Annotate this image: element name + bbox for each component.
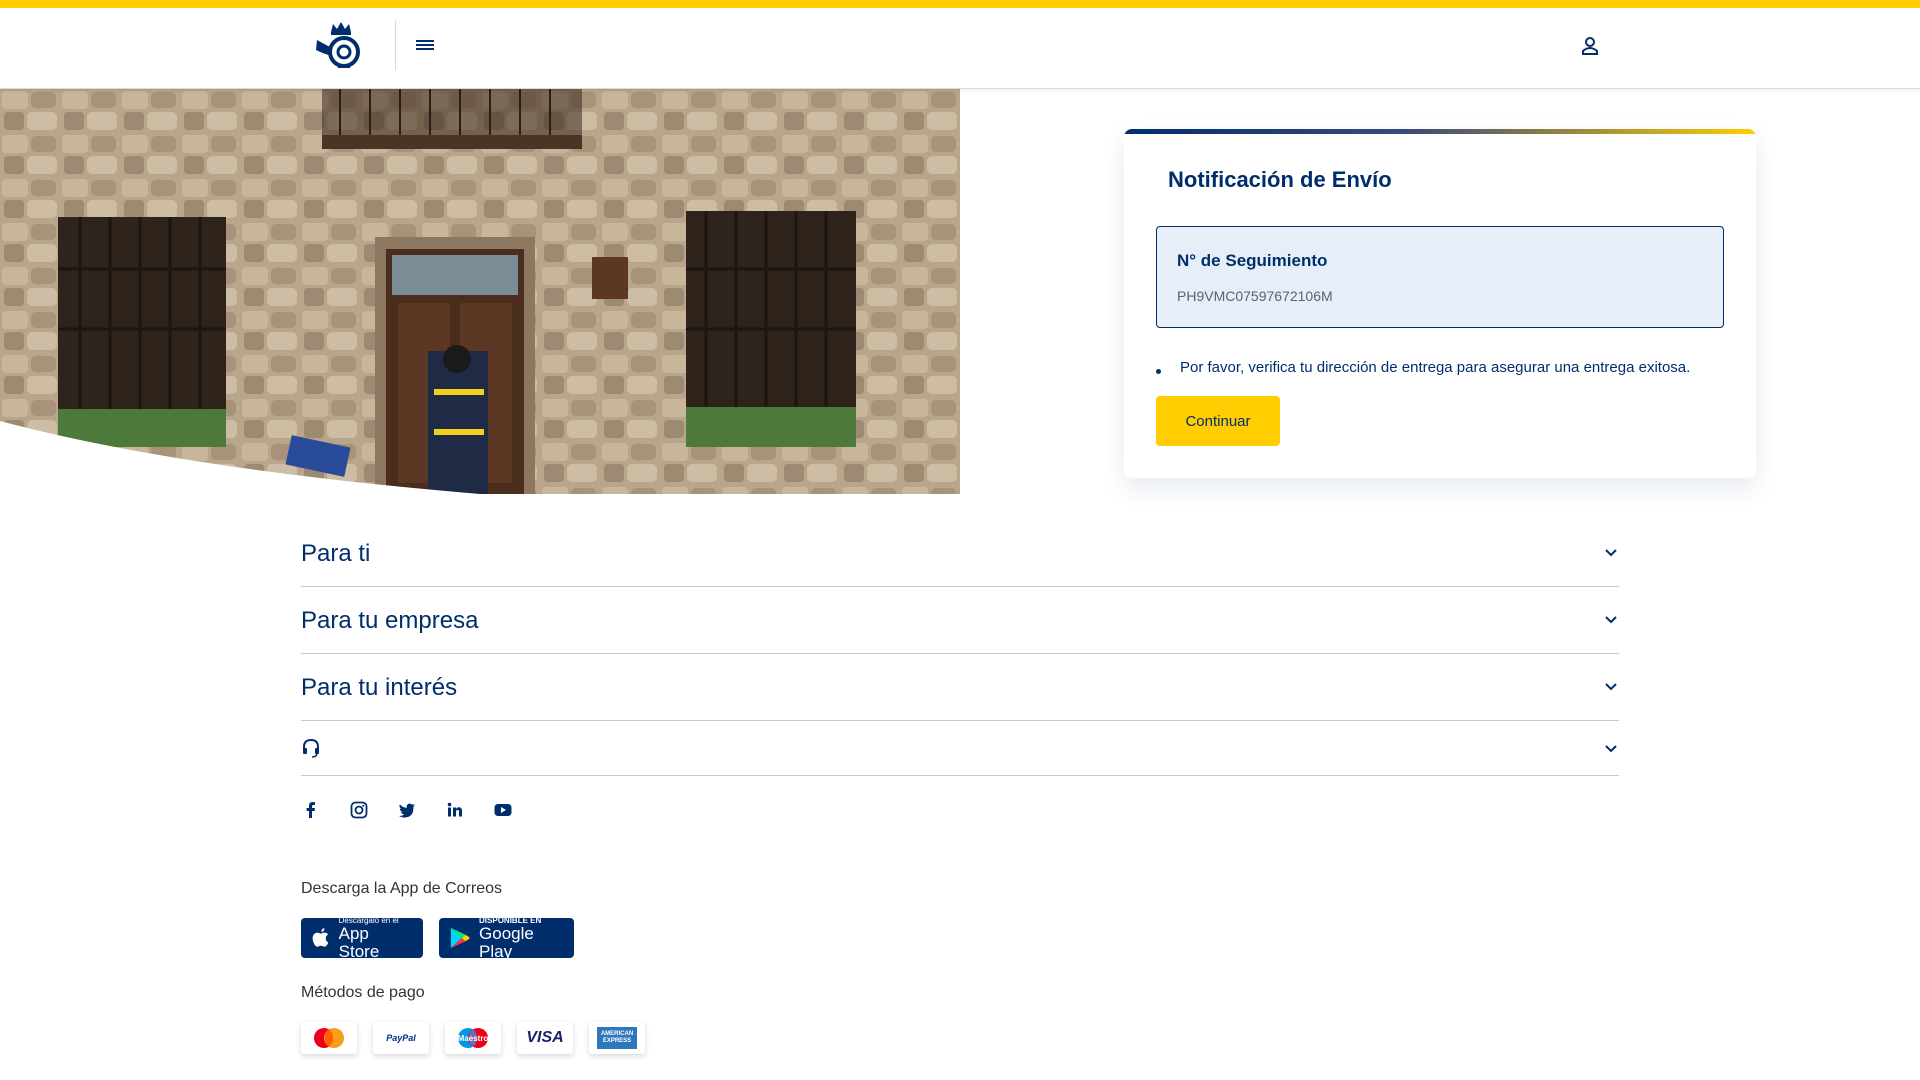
app-store-big: App Store [338, 923, 380, 961]
app-store-badges: Descárgalo en el App Store DISPONIBLE EN… [301, 916, 574, 961]
footer-accordion-para-tu-empresa[interactable]: Para tu empresa [301, 587, 1619, 654]
correos-logo-icon[interactable] [314, 20, 368, 70]
notice-text: Por favor, verifica tu dirección de entr… [1180, 359, 1691, 376]
continue-button[interactable]: Continuar [1156, 396, 1280, 446]
youtube-icon [494, 804, 512, 816]
chevron-down-icon [1605, 683, 1617, 691]
paypal-text: PayPal [386, 1033, 416, 1043]
instagram-icon [350, 801, 368, 819]
chevron-down-icon [1605, 745, 1617, 753]
maestro-text: Maestro [457, 1033, 489, 1043]
google-play-text: DISPONIBLE EN Google Play [479, 916, 564, 961]
footer-accordion-para-ti[interactable]: Para ti [301, 520, 1619, 587]
mastercard-logo [301, 1022, 357, 1054]
linkedin-link[interactable] [445, 798, 493, 822]
twitter-link[interactable] [397, 798, 445, 822]
payment-methods-title: Métodos de pago [301, 984, 425, 1001]
facebook-link[interactable] [301, 798, 349, 822]
instagram-link[interactable] [349, 798, 397, 822]
accordion-label: Para tu interés [301, 674, 458, 701]
accordion-label: Para ti [301, 540, 371, 567]
card-accent-line [1124, 129, 1756, 134]
app-download-title: Descarga la App de Correos [301, 880, 502, 897]
apple-icon [312, 928, 329, 947]
chevron-down-icon [1605, 616, 1617, 624]
hamburger-menu-icon [416, 40, 434, 50]
app-store-button[interactable]: Descárgalo en el App Store [301, 916, 423, 961]
hero-section: Notificación de Envío N° de Seguimiento … [0, 89, 1920, 494]
footer-accordion-para-tu-interes[interactable]: Para tu interés [301, 654, 1619, 721]
hero-image [0, 89, 960, 494]
app-store-text: Descárgalo en el App Store [339, 916, 413, 961]
tracking-box: N° de Seguimiento PH9VMC07597672106M [1156, 226, 1724, 328]
tracking-label: N° de Seguimiento [1177, 251, 1328, 270]
shipment-notification-card: Notificación de Envío N° de Seguimiento … [1124, 129, 1756, 478]
maestro-logo: Maestro [445, 1022, 501, 1054]
user-account-button[interactable] [1577, 33, 1603, 59]
amex-badge: AMERICAN EXPRESS [597, 1027, 637, 1049]
site-header [0, 8, 1920, 89]
google-play-button[interactable]: DISPONIBLE EN Google Play [439, 916, 574, 961]
twitter-icon [399, 803, 415, 818]
visa-logo: VISA [517, 1022, 573, 1054]
user-account-icon [1582, 37, 1598, 55]
accordion-label: Para tu empresa [301, 607, 479, 634]
payment-methods: PayPal Maestro VISA AMERICAN EXPRESS [301, 1022, 645, 1054]
address-notice: Por favor, verifica tu dirección de entr… [1156, 359, 1690, 376]
facebook-icon [306, 802, 315, 818]
youtube-link[interactable] [493, 798, 541, 822]
google-play-big: Google Play [479, 923, 534, 961]
amex-text-1: AMERICAN [600, 1031, 634, 1037]
mastercard-icon [314, 1028, 344, 1048]
paypal-logo: PayPal [373, 1022, 429, 1054]
chevron-down-icon [1605, 549, 1617, 557]
headset-icon [303, 738, 319, 758]
amex-text-2: EXPRESS [602, 1038, 632, 1044]
menu-button[interactable] [412, 34, 438, 56]
bullet-icon [1156, 369, 1161, 374]
google-play-icon [450, 927, 470, 949]
site-footer: Para ti Para tu empresa Para tu interés [301, 520, 1619, 1054]
amex-logo: AMERICAN EXPRESS [589, 1022, 645, 1054]
top-accent-strip [0, 0, 1920, 8]
header-divider [395, 20, 396, 70]
linkedin-icon [447, 802, 462, 817]
card-title: Notificación de Envío [1168, 167, 1392, 192]
social-links [301, 798, 541, 822]
tracking-number: PH9VMC07597672106M [1177, 288, 1333, 304]
footer-accordion-support[interactable] [301, 721, 1619, 776]
visa-text: VISA [526, 1029, 564, 1046]
